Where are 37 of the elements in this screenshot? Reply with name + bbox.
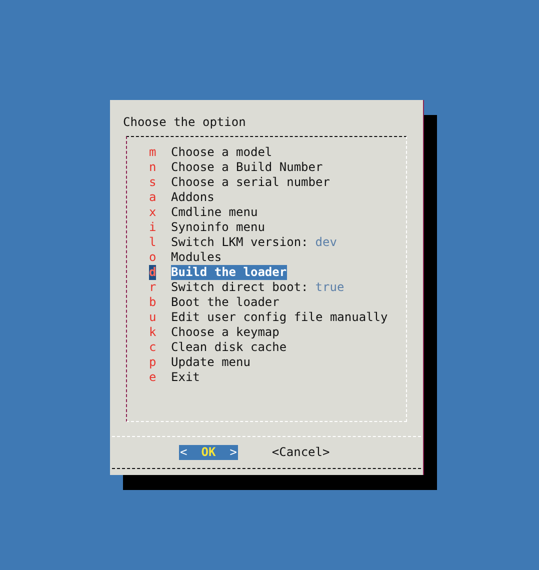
hotkey-letter: e — [149, 370, 156, 385]
menu-item[interactable]: Modules — [171, 250, 222, 265]
hotkey-letter: i — [149, 220, 156, 235]
hotkey-letter: o — [149, 250, 156, 265]
hotkey-letter: l — [149, 235, 156, 250]
hotkey-letter: d — [149, 265, 156, 280]
hotkey-letter: k — [149, 325, 156, 340]
dialog-button[interactable]: < OK > — [179, 445, 238, 460]
hotkey-letter: b — [149, 295, 156, 310]
hotkey-letter: m — [149, 145, 156, 160]
hotkey-letter: c — [149, 340, 156, 355]
menu-item[interactable]: Build the loader — [171, 265, 287, 280]
hotkey-letter: r — [149, 280, 156, 295]
hotkey-letter: a — [149, 190, 156, 205]
menu-item[interactable]: Choose a serial number — [171, 175, 330, 190]
hotkey-letter: p — [149, 355, 156, 370]
hotkey-letter: u — [149, 310, 156, 325]
menu-item[interactable]: Exit — [171, 370, 200, 385]
hotkey-letter: s — [149, 175, 156, 190]
menu-item[interactable]: Cmdline menu — [171, 205, 258, 220]
hotkey-letter: n — [149, 160, 156, 175]
dialog-button[interactable]: <Cancel> — [272, 445, 330, 460]
menu-item[interactable]: Synoinfo menu — [171, 220, 265, 235]
menu-item[interactable]: Choose a model — [171, 145, 272, 160]
menu-item[interactable]: Addons — [171, 190, 214, 205]
setting-value: true — [315, 280, 344, 295]
menu-item[interactable]: Switch LKM version: — [171, 235, 308, 250]
menu-item[interactable]: Choose a keymap — [171, 325, 280, 340]
menu-item[interactable]: Boot the loader — [171, 295, 280, 310]
dialog-title: Choose the option — [123, 115, 246, 130]
menu-item[interactable]: Choose a Build Number — [171, 160, 323, 175]
setting-value: dev — [315, 235, 337, 250]
menu-item[interactable]: Switch direct boot: — [171, 280, 308, 295]
menu-item[interactable]: Clean disk cache — [171, 340, 287, 355]
menu-item[interactable]: Update menu — [171, 355, 250, 370]
hotkey-letter: x — [149, 205, 156, 220]
menu-item[interactable]: Edit user config file manually — [171, 310, 388, 325]
